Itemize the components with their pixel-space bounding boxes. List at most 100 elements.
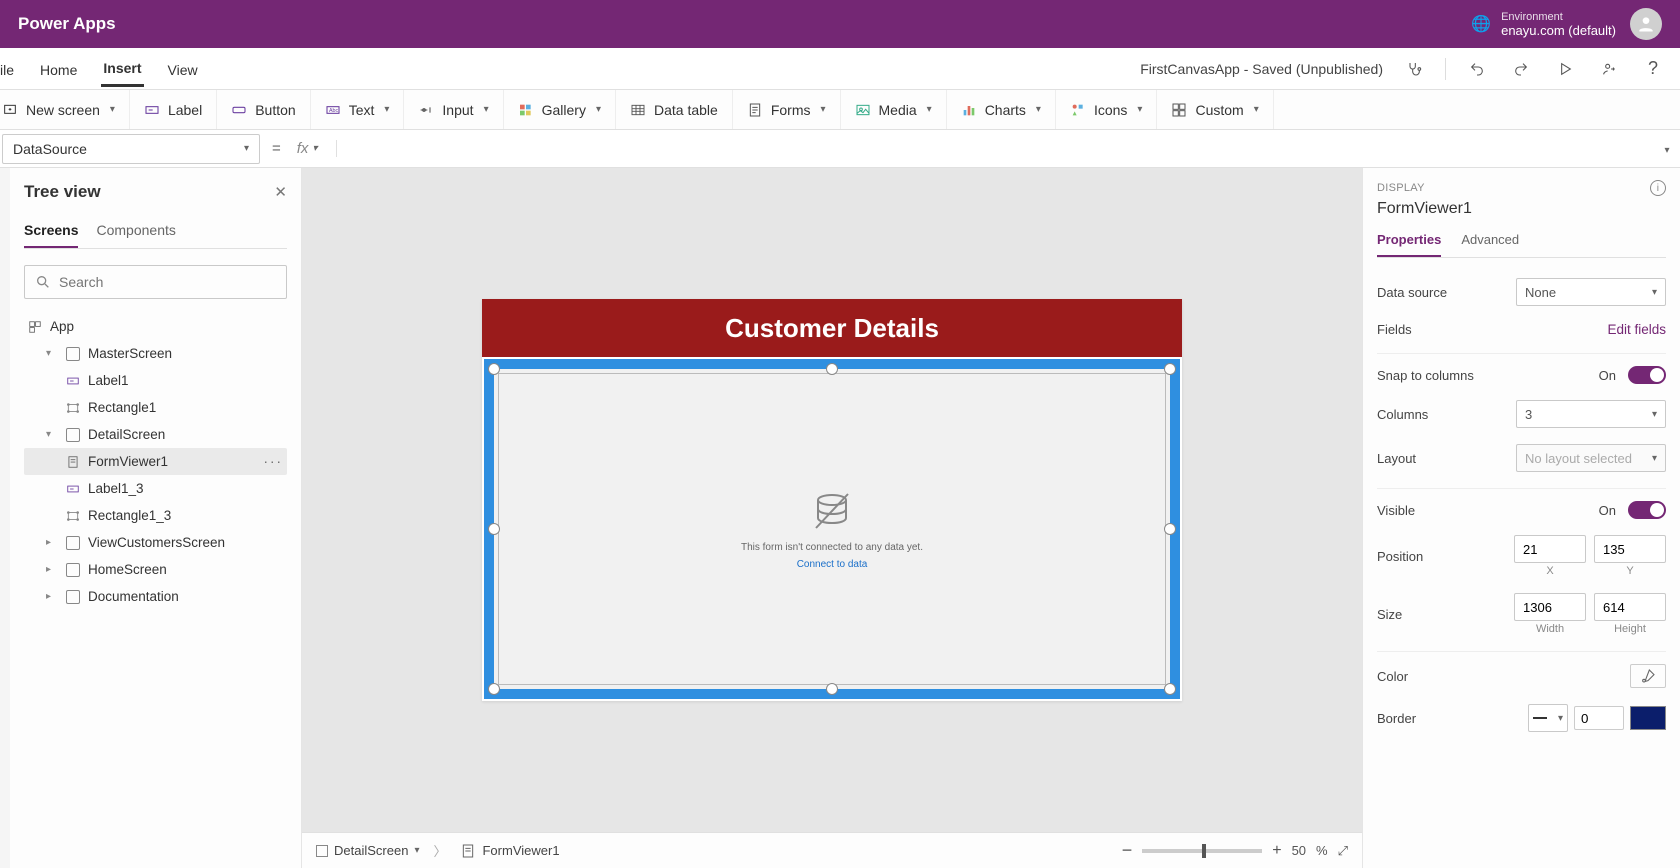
visible-toggle[interactable] bbox=[1628, 501, 1666, 519]
redo-button[interactable] bbox=[1508, 56, 1534, 82]
screen-icon bbox=[66, 563, 80, 577]
person-icon bbox=[1636, 14, 1656, 34]
charts-button[interactable]: Charts▾ bbox=[947, 90, 1056, 129]
resize-handle[interactable] bbox=[1164, 523, 1176, 535]
preview-button[interactable] bbox=[1552, 56, 1578, 82]
chevron-down-icon: ▾ bbox=[1036, 104, 1041, 115]
menu-tab-file[interactable]: ile bbox=[0, 52, 16, 86]
tree-item[interactable]: Label1 bbox=[24, 367, 287, 394]
breadcrumb-screen[interactable]: DetailScreen ▾ bbox=[316, 843, 419, 858]
menu-tab-home[interactable]: Home bbox=[38, 52, 79, 86]
new-screen-button[interactable]: New screen▾ bbox=[0, 90, 130, 129]
text-button[interactable]: Abc Text▾ bbox=[311, 90, 405, 129]
zoom-slider[interactable] bbox=[1142, 849, 1262, 853]
property-selector[interactable]: DataSource ▾ bbox=[2, 134, 260, 164]
position-x-input[interactable] bbox=[1514, 535, 1586, 563]
tree-item[interactable]: ▾DetailScreen bbox=[24, 421, 287, 448]
chevron-down-icon: ▾ bbox=[244, 143, 249, 154]
resize-handle[interactable] bbox=[1164, 363, 1176, 375]
props-tab-advanced[interactable]: Advanced bbox=[1461, 228, 1519, 257]
size-width-input[interactable] bbox=[1514, 593, 1586, 621]
tree-tab-components[interactable]: Components bbox=[96, 216, 175, 248]
svg-text:Abc: Abc bbox=[329, 108, 339, 114]
media-button[interactable]: Media▾ bbox=[841, 90, 947, 129]
fit-to-screen-button[interactable]: ⤢ bbox=[1338, 843, 1348, 859]
resize-handle[interactable] bbox=[1164, 683, 1176, 695]
tree-item[interactable]: ▸ViewCustomersScreen bbox=[24, 529, 287, 556]
tree-tab-screens[interactable]: Screens bbox=[24, 216, 78, 248]
zoom-in-button[interactable]: + bbox=[1272, 842, 1281, 860]
button-button[interactable]: Button bbox=[217, 90, 310, 129]
formviewer-selection[interactable]: This form isn't connected to any data ye… bbox=[484, 359, 1180, 699]
breadcrumb-control[interactable]: FormViewer1 bbox=[460, 843, 559, 859]
props-tab-properties[interactable]: Properties bbox=[1377, 228, 1441, 257]
tree-item[interactable]: Label1_3 bbox=[24, 475, 287, 502]
tree-item[interactable]: Rectangle1 bbox=[24, 394, 287, 421]
color-picker-button[interactable] bbox=[1630, 664, 1666, 688]
chevron-down-icon: ▾ bbox=[1254, 104, 1259, 115]
formula-input[interactable] bbox=[337, 134, 1654, 164]
tree-item[interactable]: Rectangle1_3 bbox=[24, 502, 287, 529]
snap-toggle[interactable] bbox=[1628, 366, 1666, 384]
environment-picker[interactable]: 🌐 Environment enayu.com (default) bbox=[1471, 11, 1616, 38]
design-surface[interactable]: Customer Details This form isn't connect… bbox=[482, 299, 1182, 701]
tree-search-input[interactable] bbox=[59, 274, 276, 290]
resize-handle[interactable] bbox=[488, 523, 500, 535]
screen-icon bbox=[66, 536, 80, 550]
prop-border-label: Border bbox=[1377, 711, 1416, 726]
user-avatar[interactable] bbox=[1630, 8, 1662, 40]
help-button[interactable]: ? bbox=[1640, 56, 1666, 82]
icons-button[interactable]: Icons▾ bbox=[1056, 90, 1158, 129]
resize-handle[interactable] bbox=[488, 683, 500, 695]
size-height-input[interactable] bbox=[1594, 593, 1666, 621]
forms-button[interactable]: Forms▾ bbox=[733, 90, 841, 129]
tree-item-label: Documentation bbox=[88, 589, 179, 604]
border-width-input[interactable] bbox=[1574, 706, 1624, 730]
tree-search[interactable] bbox=[24, 265, 287, 299]
undo-button[interactable] bbox=[1464, 56, 1490, 82]
gallery-button[interactable]: Gallery▾ bbox=[504, 90, 616, 129]
border-style-select[interactable]: ▾ bbox=[1528, 704, 1568, 732]
environment-value: enayu.com (default) bbox=[1501, 23, 1616, 38]
chevron-icon: ▸ bbox=[46, 591, 58, 602]
position-y-input[interactable] bbox=[1594, 535, 1666, 563]
more-button[interactable]: ··· bbox=[264, 454, 284, 469]
menu-tab-insert[interactable]: Insert bbox=[101, 50, 143, 87]
prop-layout-select[interactable]: No layout selected▾ bbox=[1516, 444, 1666, 472]
tree-item[interactable]: App bbox=[24, 313, 287, 340]
undo-icon bbox=[1469, 61, 1485, 77]
border-color-swatch[interactable] bbox=[1630, 706, 1666, 730]
forms-label: Forms bbox=[771, 102, 811, 118]
tree-item[interactable]: ▾MasterScreen bbox=[24, 340, 287, 367]
menu-bar: ile Home Insert View FirstCanvasApp - Sa… bbox=[0, 48, 1680, 90]
resize-handle[interactable] bbox=[826, 683, 838, 695]
app-checker-button[interactable] bbox=[1401, 56, 1427, 82]
chevron-icon: ▸ bbox=[46, 537, 58, 548]
edit-fields-link[interactable]: Edit fields bbox=[1607, 322, 1666, 337]
datatable-button[interactable]: Data table bbox=[616, 90, 733, 129]
properties-panel: DISPLAY i FormViewer1 Properties Advance… bbox=[1362, 168, 1680, 868]
chevron-down-icon: ▾ bbox=[1652, 409, 1657, 420]
custom-button[interactable]: Custom▾ bbox=[1157, 90, 1273, 129]
info-icon[interactable]: i bbox=[1650, 180, 1666, 196]
property-name: DataSource bbox=[13, 141, 87, 157]
tree-item[interactable]: ▸HomeScreen bbox=[24, 556, 287, 583]
share-button[interactable] bbox=[1596, 56, 1622, 82]
zoom-out-button[interactable]: − bbox=[1122, 840, 1133, 861]
resize-handle[interactable] bbox=[826, 363, 838, 375]
tree-item[interactable]: ▸ Documentation bbox=[24, 583, 287, 610]
button-label: Button bbox=[255, 102, 295, 118]
close-tree-button[interactable]: ✕ bbox=[274, 183, 287, 201]
prop-datasource-select[interactable]: None▾ bbox=[1516, 278, 1666, 306]
label-label: Label bbox=[168, 102, 202, 118]
input-button[interactable]: Input▾ bbox=[404, 90, 503, 129]
label-button[interactable]: Label bbox=[130, 90, 217, 129]
resize-handle[interactable] bbox=[488, 363, 500, 375]
connect-to-data-link[interactable]: Connect to data bbox=[797, 559, 868, 570]
menu-tab-view[interactable]: View bbox=[166, 52, 200, 86]
chevron-icon: ▸ bbox=[46, 564, 58, 575]
expand-formula-button[interactable]: ▾ bbox=[1654, 140, 1680, 158]
tree-item[interactable]: FormViewer1··· bbox=[24, 448, 287, 475]
fx-icon[interactable]: fx▾ bbox=[293, 140, 337, 157]
prop-columns-select[interactable]: 3▾ bbox=[1516, 400, 1666, 428]
